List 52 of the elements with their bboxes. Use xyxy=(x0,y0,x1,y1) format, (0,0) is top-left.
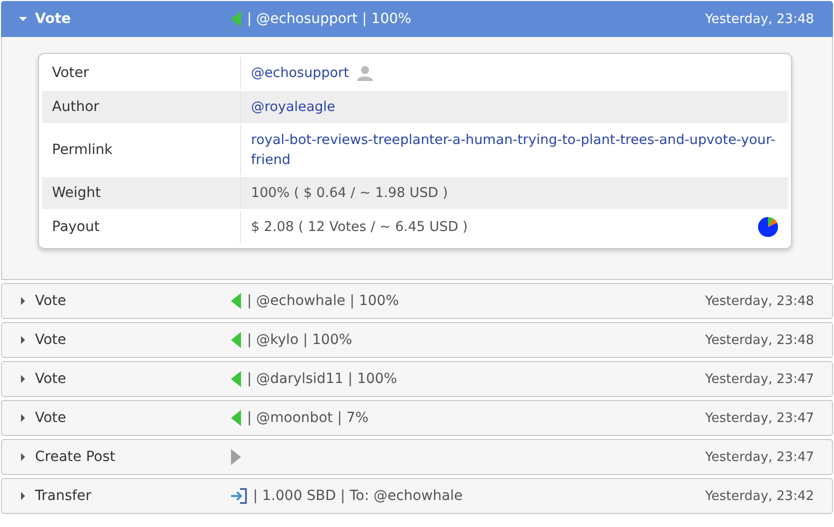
caret-icon xyxy=(19,297,27,305)
timestamp: Yesterday, 23:48 xyxy=(705,12,814,26)
caret-icon xyxy=(19,492,27,500)
detail-value: $ 2.08 ( 12 Votes / ~ 6.45 USD ) xyxy=(251,219,468,235)
caret-icon xyxy=(19,453,27,461)
accordion-header[interactable]: Vote | @darylsid11 | 100% Yesterday, 23:47 xyxy=(1,361,833,397)
vote-icon xyxy=(231,371,241,387)
timestamp: Yesterday, 23:47 xyxy=(705,450,814,464)
detail-label: Weight xyxy=(42,177,241,209)
detail-label: Permlink xyxy=(42,125,241,175)
accordion-header[interactable]: Vote | @kylo | 100% Yesterday, 23:48 xyxy=(1,322,833,358)
accordion-header[interactable]: Vote | @echowhale | 100% Yesterday, 23:48 xyxy=(1,283,833,319)
login-icon xyxy=(231,488,247,504)
item-title: Transfer xyxy=(35,488,92,504)
caret-icon xyxy=(19,375,27,383)
timestamp: Yesterday, 23:48 xyxy=(705,294,814,308)
vote-icon xyxy=(231,410,241,426)
detail-link[interactable]: @echosupport xyxy=(251,63,349,83)
vote-icon xyxy=(231,332,241,348)
item-summary: | @echosupport | 100% xyxy=(247,11,412,27)
item-summary: | @echowhale | 100% xyxy=(247,293,399,309)
caret-icon xyxy=(19,15,27,23)
item-title: Vote xyxy=(35,371,68,387)
detail-link[interactable]: @royaleagle xyxy=(251,97,336,117)
caret-icon xyxy=(19,336,27,344)
timestamp: Yesterday, 23:48 xyxy=(705,332,814,348)
detail-label: Payout xyxy=(42,211,241,243)
caret-icon xyxy=(19,414,27,422)
item-title: Vote xyxy=(35,410,68,426)
pie-icon xyxy=(758,217,778,237)
vote-icon xyxy=(231,11,241,27)
timestamp: Yesterday, 23:47 xyxy=(705,372,814,386)
detail-value: 100% ( $ 0.64 / ~ 1.98 USD ) xyxy=(251,185,448,201)
vote-icon xyxy=(231,293,241,309)
detail-link[interactable]: royal-bot-reviews-treeplanter-a-human-trying-to-plant-trees-and-upvote-your-friend xyxy=(251,130,778,170)
detail-label: Voter xyxy=(42,57,241,89)
accordion-header[interactable]: Vote | @moonbot | 7% Yesterday, 23:47 xyxy=(1,400,833,436)
item-summary: | @moonbot | 7% xyxy=(247,410,369,426)
accordion-header[interactable]: Transfer | 1.000 SBD | To: @echowhale Yesterday, 23:42 xyxy=(1,478,833,514)
item-title: Create Post xyxy=(35,449,116,465)
item-title: Vote xyxy=(35,332,68,348)
play-icon xyxy=(231,449,241,465)
item-title: Vote xyxy=(35,293,68,309)
item-summary: | 1.000 SBD | To: @echowhale xyxy=(253,488,463,504)
accordion-header[interactable]: Create Post Yesterday, 23:47 xyxy=(1,439,833,475)
timestamp: Yesterday, 23:47 xyxy=(705,410,814,426)
timestamp: Yesterday, 23:42 xyxy=(705,488,814,504)
item-summary: | @darylsid11 | 100% xyxy=(247,371,398,387)
detail-label: Author xyxy=(42,91,241,123)
user-icon xyxy=(356,65,373,81)
item-title: Vote xyxy=(35,11,72,27)
item-summary: | @kylo | 100% xyxy=(247,332,352,348)
